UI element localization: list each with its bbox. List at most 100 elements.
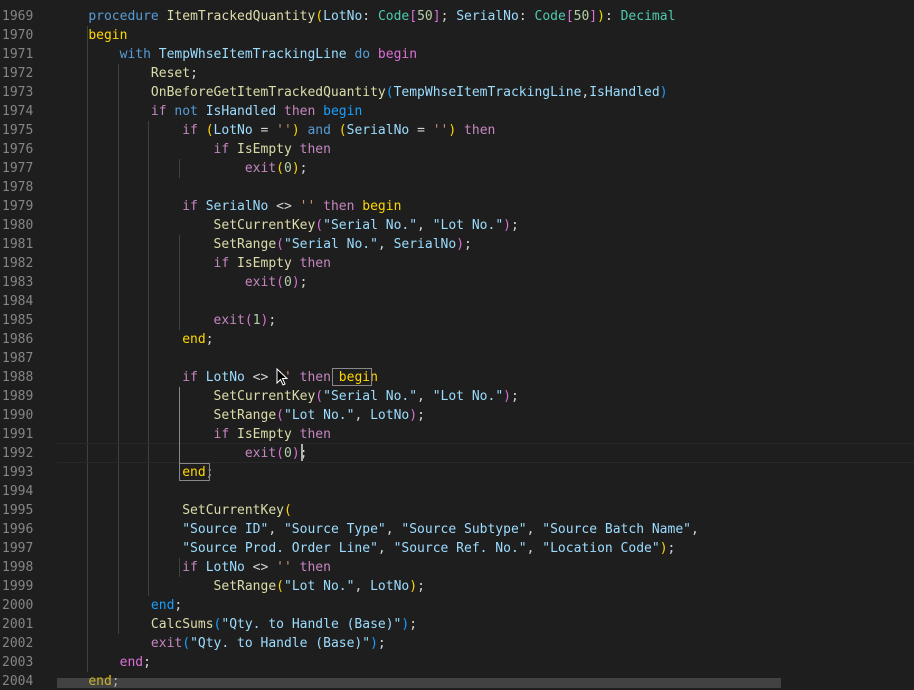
current-line-highlight [57, 443, 914, 463]
line-number: 1991 [2, 427, 34, 442]
code-line[interactable]: 1993 end; [0, 463, 914, 482]
code-line[interactable]: 1983 exit(0); [0, 273, 914, 292]
code-token: ( [283, 503, 292, 518]
code-text: SetRange("Serial No.", SerialNo); [57, 235, 472, 254]
code-line[interactable]: 1996 "Source ID", "Source Type", "Source… [0, 520, 914, 539]
code-line[interactable]: 1987 [0, 349, 914, 368]
code-line[interactable]: 1969 procedure ItemTrackedQuantity(LotNo… [0, 7, 914, 26]
code-token: exit [244, 161, 277, 176]
code-token: IsEmpty [237, 142, 292, 157]
code-line[interactable]: 1982 if IsEmpty then [0, 254, 914, 273]
line-number: 1972 [2, 66, 34, 81]
line-number: 1980 [2, 218, 34, 233]
code-line[interactable]: 1990 SetRange("Lot No.", LotNo); [0, 406, 914, 425]
code-line[interactable]: 1994 [0, 482, 914, 501]
code-editor[interactable]: 1969 procedure ItemTrackedQuantity(LotNo… [0, 0, 914, 690]
code-token: if [182, 123, 198, 138]
code-line[interactable]: 1978 [0, 178, 914, 197]
code-text: begin [57, 26, 127, 45]
code-line[interactable]: 1979 if SerialNo <> '' then begin [0, 197, 914, 216]
code-token: ( [315, 389, 324, 404]
code-text: if LotNo <> '' then begin [57, 368, 378, 387]
code-token: ; [510, 218, 519, 233]
code-line[interactable]: 1984 [0, 292, 914, 311]
code-token: ; [417, 408, 425, 423]
code-token: if [213, 256, 230, 271]
code-line[interactable]: 1991 if IsEmpty then [0, 425, 914, 444]
code-line[interactable]: 1998 if LotNo <> '' then [0, 558, 914, 577]
code-token: <> [244, 560, 277, 575]
code-line[interactable]: 1975 if (LotNo = '') and (SerialNo = '')… [0, 121, 914, 140]
code-token: then [299, 370, 331, 385]
code-line[interactable]: 2001 CalcSums("Qty. to Handle (Base)"); [0, 615, 914, 634]
code-line[interactable]: 1972 Reset; [0, 64, 914, 83]
line-number: 1969 [2, 9, 34, 24]
code-token: ) [597, 9, 605, 24]
code-token: end [182, 332, 206, 347]
code-token: "Source Subtype" [401, 522, 527, 537]
code-line[interactable]: 2002 exit("Qty. to Handle (Base)"); [0, 634, 914, 653]
code-line[interactable]: 1986 end; [0, 330, 914, 349]
code-line[interactable]: 1977 exit(0); [0, 159, 914, 178]
code-token: "Source ID" [182, 522, 269, 537]
code-token: , [417, 218, 433, 233]
code-token: ] [589, 9, 598, 24]
code-token: begin [362, 199, 402, 214]
code-line[interactable]: 1999 SetRange("Lot No.", LotNo); [0, 577, 914, 596]
code-line[interactable]: 1976 if IsEmpty then [0, 140, 914, 159]
code-token: if [213, 142, 230, 157]
code-text: SetCurrentKey("Serial No.", "Lot No."); [57, 216, 519, 235]
code-line[interactable]: 1970 begin [0, 26, 914, 45]
code-line[interactable]: 1989 SetCurrentKey("Serial No.", "Lot No… [0, 387, 914, 406]
code-token: : [362, 9, 378, 24]
code-line[interactable]: 1995 SetCurrentKey( [0, 501, 914, 520]
code-line[interactable]: 1981 SetRange("Serial No.", SerialNo); [0, 235, 914, 254]
code-token: = [252, 123, 277, 138]
code-token: "Qty. to Handle (Base)" [190, 636, 371, 651]
code-token: LotNo [205, 370, 245, 385]
code-token: ) [659, 85, 668, 100]
text-cursor [301, 444, 303, 461]
code-token: "Serial No." [323, 389, 418, 404]
code-token: ; [268, 313, 277, 328]
code-line[interactable]: 1988 if LotNo <> '' then begin [0, 368, 914, 387]
code-line[interactable]: 1974 if not IsHandled then begin [0, 102, 914, 121]
horizontal-scrollbar[interactable] [57, 678, 781, 688]
code-text: end; [57, 330, 213, 349]
code-token: 50 [573, 9, 590, 24]
code-token: "Lot No." [432, 218, 504, 233]
code-line[interactable]: 1971 with TempWhseItemTrackingLine do be… [0, 45, 914, 64]
code-line[interactable]: 1985 exit(1); [0, 311, 914, 330]
code-token: 50 [417, 9, 433, 24]
code-line[interactable]: 2000 end; [0, 596, 914, 615]
code-token: ; [299, 275, 308, 290]
line-number: 1976 [2, 142, 34, 157]
code-token: then [464, 123, 496, 138]
code-line[interactable]: 1980 SetCurrentKey("Serial No.", "Lot No… [0, 216, 914, 235]
code-token: exit [213, 313, 245, 328]
line-number: 1999 [2, 579, 34, 594]
line-number: 1978 [2, 180, 34, 195]
code-line[interactable]: 1997 "Source Prod. Order Line", "Source … [0, 539, 914, 558]
code-line[interactable]: 1973 OnBeforeGetItemTrackedQuantity(Temp… [0, 83, 914, 102]
code-token: if [182, 560, 198, 575]
code-token: TempWhseItemTrackingLine [393, 85, 582, 100]
code-text: SetRange("Lot No.", LotNo); [57, 406, 425, 425]
code-token: ( [276, 579, 284, 594]
code-line[interactable]: 2003 end; [0, 653, 914, 672]
code-token: begin [377, 47, 418, 62]
line-number: 1985 [2, 313, 34, 328]
code-token: ( [276, 275, 284, 290]
